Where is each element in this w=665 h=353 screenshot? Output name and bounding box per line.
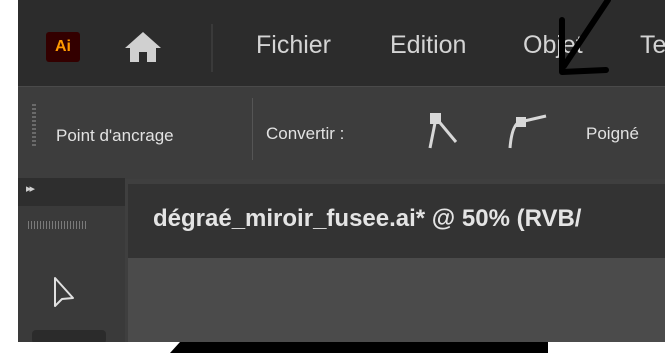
redaction-shape bbox=[170, 342, 548, 353]
